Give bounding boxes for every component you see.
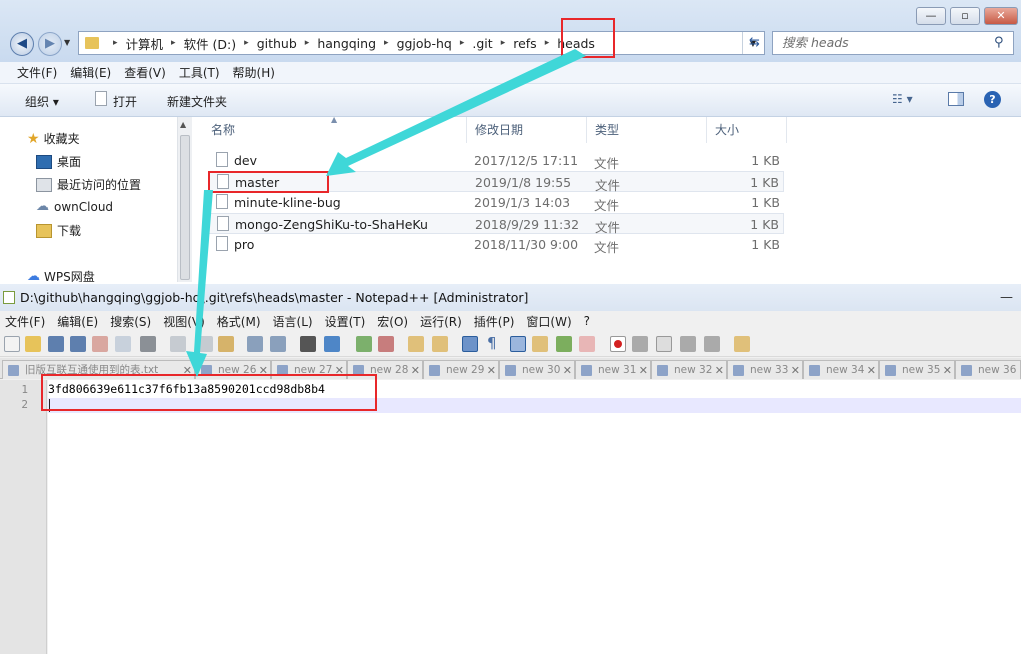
arrow-to-master bbox=[326, 49, 586, 176]
arrow-to-hash bbox=[186, 190, 213, 377]
annotation-arrows bbox=[186, 49, 586, 377]
